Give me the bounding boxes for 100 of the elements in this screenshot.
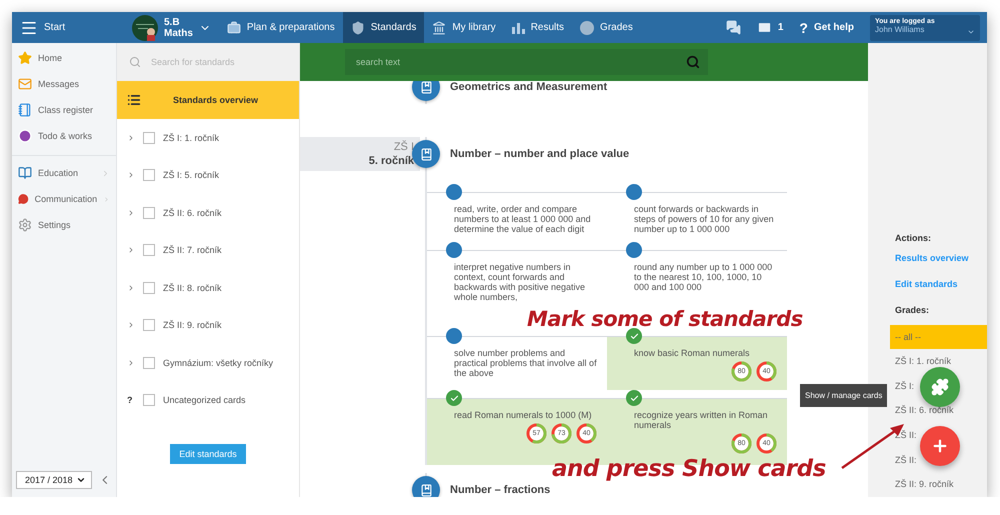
card-text: know basic Roman numerals (634, 348, 751, 358)
edit-standards-button[interactable]: Edit standards (170, 444, 246, 464)
chevron-icon (127, 246, 135, 254)
tree-item[interactable]: Gymnázium: všetky ročníky (117, 344, 299, 382)
building-icon (432, 20, 446, 34)
chevron-icon (127, 284, 135, 292)
nav-tab[interactable]: My library (424, 12, 504, 43)
section-icon (412, 81, 440, 101)
grades-title: Grades: (894, 305, 930, 315)
sidebar-item[interactable]: Education (12, 160, 116, 186)
standard-card[interactable]: solve number problems and practical problems that involve all of the above (427, 328, 607, 390)
check-icon (626, 328, 642, 344)
card-text: solve number problems and practical problems that involve all of the above (454, 348, 597, 378)
checkbox[interactable] (143, 394, 155, 406)
standard-card[interactable]: interpret negative numbers in context, count forwards and backwards with positive negative whole numbers, (427, 242, 607, 310)
circle-icon (580, 20, 594, 34)
class-selector[interactable]: 5.B Maths (124, 12, 219, 43)
sidebar-item[interactable]: Settings (12, 212, 116, 238)
grade-item[interactable]: ZŠ II: 6. ročník (890, 405, 955, 416)
caret-icon (76, 475, 86, 485)
menu-button[interactable]: Start (12, 12, 124, 43)
card-text: count forwards or backwards in steps of powers of 10 for any given number up to 1 000 000 (634, 204, 775, 234)
question-mark: ? (127, 395, 134, 406)
messages-button[interactable]: 1 (748, 12, 792, 43)
checkbox[interactable] (143, 356, 155, 369)
sidebar-item[interactable]: Messages (12, 71, 116, 97)
standard-card[interactable]: read, write, order and compare numbers to at least 1 000 000 and determine the value of each digit (427, 184, 607, 242)
bar-chart-icon (512, 22, 525, 34)
tree-item[interactable]: ? Uncategorized cards (117, 382, 299, 419)
puzzle-icon (931, 378, 949, 396)
action-link[interactable]: Edit standards (868, 279, 987, 289)
search-icon (129, 56, 141, 68)
grade-item[interactable]: ZŠ I: 1. ročník (890, 356, 952, 366)
star-icon (18, 51, 32, 65)
card-text: recognize years written in Roman numerals (634, 410, 769, 430)
action-link[interactable]: Results overview (868, 253, 987, 263)
card-text: read, write, order and compare numbers to at least 1 000 000 and determine the value of each digit (454, 204, 592, 234)
chevron-icon (127, 208, 135, 217)
chat-icon (726, 20, 741, 35)
dot-icon (446, 242, 462, 258)
grade-item[interactable]: -- all -- (890, 325, 987, 349)
dot-icon (446, 328, 462, 344)
check-icon (446, 390, 462, 406)
tree-item[interactable]: ZŠ II: 6. ročník (117, 194, 299, 232)
actions-title: Actions: (894, 233, 932, 243)
checkbox[interactable] (143, 206, 155, 219)
dot-icon (626, 242, 642, 258)
chevron-icon (127, 358, 135, 367)
nav-tab[interactable]: Grades (572, 12, 641, 43)
grade-item[interactable]: ZŠ II: 9. ročník (890, 479, 955, 490)
section-title: Number – fractions (450, 484, 550, 496)
sidebar-item[interactable]: Class register (12, 97, 116, 123)
card-text: read Roman numerals to 1000 (M) (454, 410, 593, 420)
grade-item[interactable]: ZŠ II: (890, 454, 918, 465)
overview-item[interactable]: Standards overview (117, 81, 299, 119)
annotation-text: Mark some of standards (527, 309, 803, 330)
tree-item[interactable]: ZŠ II: 8. ročník (117, 269, 299, 306)
grade-item[interactable]: ZŠ I: (890, 380, 916, 391)
help-button[interactable]: ? Get help (791, 12, 862, 43)
grade-label: ZŠ I 5. ročník (300, 137, 420, 171)
year-select[interactable]: 2017 / 2018 (16, 471, 92, 489)
chat-icon (18, 192, 29, 206)
section-title: Geometrics and Measurement (450, 81, 608, 93)
tooltip: Show / manage cards (800, 384, 888, 407)
tree-item[interactable]: ZŠ II: 9. ročník (117, 306, 299, 344)
book-icon (18, 166, 32, 180)
chevron-icon (127, 134, 135, 142)
card-text: round any number up to 1 000 000 to the nearest 10, 100, 1000, 10 000 and 100 000 (634, 262, 774, 292)
section-title: Number – number and place value (450, 148, 630, 160)
checkbox[interactable] (143, 132, 155, 144)
checkbox[interactable] (143, 169, 155, 182)
sidebar-item[interactable]: Todo & works (12, 123, 116, 149)
checkbox[interactable] (143, 319, 155, 332)
dot-icon (626, 184, 642, 200)
nav-tab[interactable]: Plan & preparations (218, 12, 343, 43)
chevron-icon (127, 171, 135, 180)
plus-icon (931, 437, 949, 455)
standard-card[interactable]: round any number up to 1 000 000 to the nearest 10, 100, 1000, 10 000 and 100 000 (607, 242, 787, 310)
standard-card[interactable]: count forwards or backwards in steps of powers of 10 for any given number up to 1 000 000 (607, 184, 787, 242)
checkbox[interactable] (143, 282, 155, 294)
section-icon (412, 140, 440, 168)
sidebar-item[interactable]: Communication (12, 186, 116, 212)
notebook-icon (18, 103, 32, 117)
tree-item[interactable]: ZŠ I: 5. ročník (117, 156, 299, 194)
list-icon (127, 93, 141, 107)
shield-icon (350, 20, 365, 34)
chevron-icon (127, 321, 135, 330)
search-field[interactable]: search text (345, 49, 708, 75)
briefcase-icon (226, 20, 241, 34)
tree-item[interactable]: ZŠ I: 1. ročník (117, 119, 299, 156)
search-icon (686, 55, 700, 69)
checkbox[interactable] (143, 244, 155, 256)
dot-icon (446, 184, 462, 200)
nav-tab[interactable]: Standards (342, 12, 424, 43)
nav-tab[interactable]: Results (504, 12, 572, 43)
card-text: interpret negative numbers in context, count forwards and backwards with positive negative whole numbers, (454, 262, 586, 302)
tree-item[interactable]: ZŠ II: 7. ročník (117, 232, 299, 269)
sidebar-item[interactable]: Home (12, 45, 116, 71)
settings-icon (18, 218, 32, 232)
check-icon (626, 390, 642, 406)
